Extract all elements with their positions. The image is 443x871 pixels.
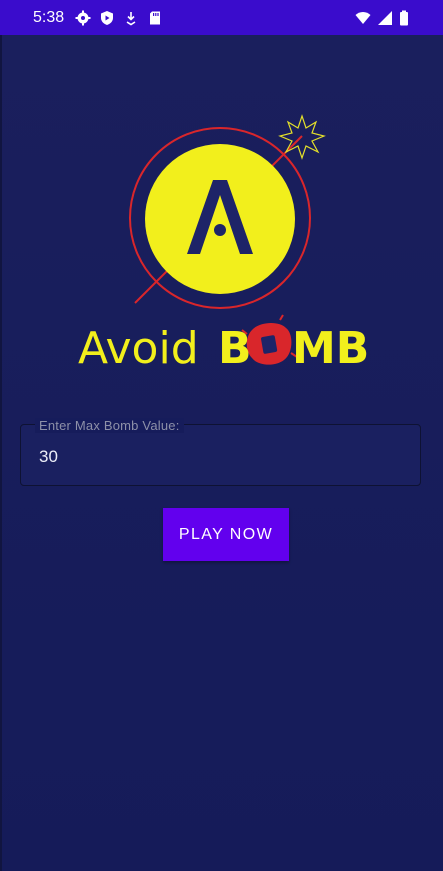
logo-text-b: B bbox=[218, 323, 252, 374]
logo-text-avoid: Avoid bbox=[78, 323, 199, 374]
download-icon bbox=[126, 12, 136, 26]
battery-icon bbox=[400, 10, 408, 26]
status-bar: 5:38 bbox=[0, 0, 443, 35]
avoid-bomb-logo: Avoid B MB bbox=[70, 108, 370, 378]
logo-graphic: Avoid B MB bbox=[78, 114, 369, 374]
screen-edge bbox=[0, 35, 2, 871]
max-bomb-input[interactable] bbox=[37, 446, 401, 468]
cell-signal-icon bbox=[378, 11, 392, 25]
max-bomb-field[interactable]: Enter Max Bomb Value: bbox=[20, 418, 421, 486]
logo-text-mb: MB bbox=[292, 323, 369, 374]
settings-icon bbox=[75, 10, 91, 26]
status-time: 5:38 bbox=[33, 9, 65, 26]
sd-card-icon bbox=[150, 11, 160, 25]
max-bomb-label: Enter Max Bomb Value: bbox=[35, 418, 184, 433]
play-protect-icon bbox=[101, 11, 113, 25]
wifi-icon bbox=[355, 12, 371, 24]
play-now-button[interactable]: PLAY NOW bbox=[163, 508, 289, 561]
